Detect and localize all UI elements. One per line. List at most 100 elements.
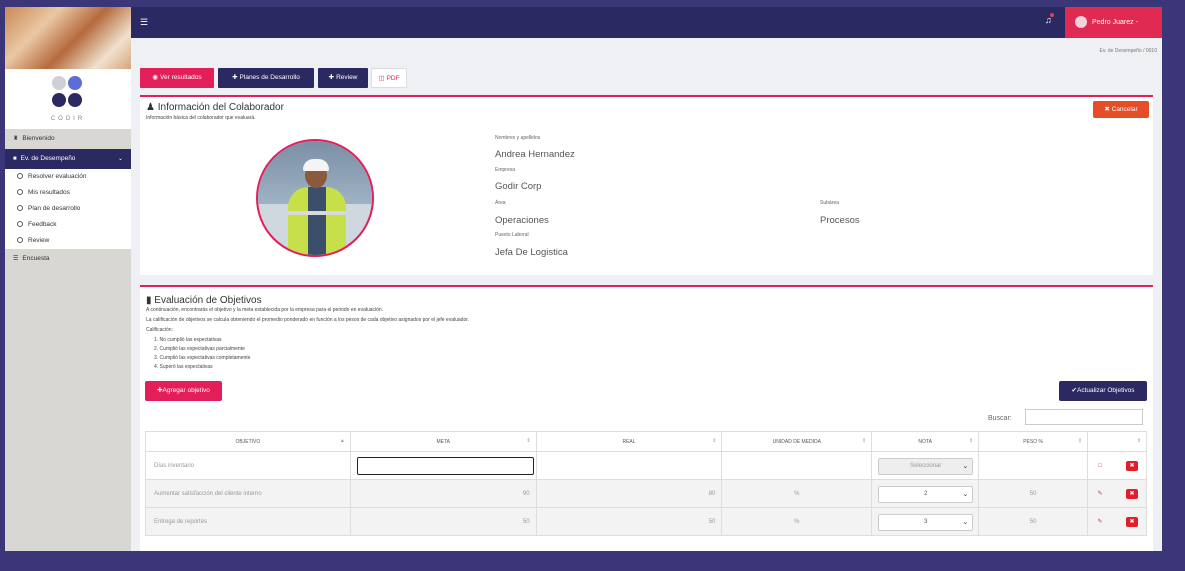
table-row: Días inventario Seleccionar ⌄ □ ✖	[145, 451, 1147, 480]
table-row: Aumentar satisfacción del cliente intern…	[145, 479, 1147, 508]
table-header-row: OBJETIVO ▲ META ⇕ REAL ⇕ UNIDAD DE MEDIDA ⇕ …	[145, 431, 1147, 452]
cell-meta: 50	[349, 507, 537, 536]
rating-scale-item: 1. No cumplió las expectativas	[154, 337, 222, 343]
sidebar-item-encuesta[interactable]: ☰ Encuesta	[5, 251, 131, 267]
sidebar-subitem-resultados[interactable]: Mis resultados	[5, 185, 131, 201]
evaluation-card: ▮ Evaluación de Objetivos A continuación…	[140, 285, 1153, 551]
evaluation-calc-note: La calificación de objetivos se calcula …	[146, 317, 469, 323]
search-input[interactable]	[1025, 409, 1143, 425]
sidebar-subitem-label: Resolver evaluación	[28, 173, 87, 180]
plus-circle-icon: ✚	[328, 74, 335, 81]
list-icon: ☰	[13, 256, 19, 262]
sort-icon: ⇕	[1077, 438, 1083, 444]
bell-icon[interactable]: ♫	[1045, 13, 1054, 25]
close-icon: ✖	[1104, 106, 1112, 113]
nota-select[interactable]: Seleccionar ⌄	[878, 458, 974, 475]
user-icon: ♟	[146, 102, 158, 113]
cell-real	[535, 451, 723, 480]
column-header-nota[interactable]: NOTA ⇕	[871, 431, 980, 452]
circle-icon	[17, 173, 23, 179]
topbar: ☰ ♫ Pedro Juarez -	[131, 7, 1162, 38]
name-label: Nombres y apellidos	[495, 135, 541, 141]
edit-icon[interactable]: ✎	[1094, 489, 1106, 499]
sort-icon: ▲	[339, 438, 345, 444]
home-icon: ♜	[13, 136, 19, 142]
card-subtitle: Información básica del colaborador que e…	[146, 115, 256, 121]
sort-icon: ⇕	[968, 438, 974, 444]
collaborator-photo	[256, 139, 374, 257]
circle-icon	[17, 189, 23, 195]
table-row: Entrega de reportes 50 50 % 3 ⌄ 50 ✎ ✖	[145, 507, 1147, 536]
logo: CODIR	[5, 69, 131, 129]
sidebar-item-label: Bienvenido	[22, 135, 55, 142]
cell-nota: 3 ⌄	[871, 507, 980, 536]
button-label: PDF	[386, 75, 400, 82]
sidebar: CODIR ♜ Bienvenido ■ Ev. de Desempeño ⌄ Re…	[5, 7, 131, 551]
name-value: Andrea Hernandez	[495, 149, 575, 160]
user-menu[interactable]: Pedro Juarez -	[1065, 7, 1162, 38]
review-button[interactable]: ✚ Review	[318, 68, 368, 88]
sidebar-subitem-feedback[interactable]: Feedback	[5, 217, 131, 233]
sidebar-subitem-review[interactable]: Review	[5, 233, 131, 249]
logo-text: CODIR	[50, 116, 86, 122]
column-header-actions[interactable]: ⇕	[1087, 431, 1147, 452]
objectives-table: OBJETIVO ▲ META ⇕ REAL ⇕ UNIDAD DE MEDIDA ⇕ …	[145, 431, 1147, 536]
area-value: Operaciones	[495, 215, 549, 226]
sidebar-subitem-plan[interactable]: Plan de desarrollo	[5, 201, 131, 217]
button-label: Actualizar Objetivos	[1077, 387, 1135, 394]
cancel-button[interactable]: ✖ Cancelar	[1093, 101, 1149, 118]
sidebar-subitem-label: Plan de desarrollo	[28, 205, 81, 212]
view-results-button[interactable]: ◉ Ver resultados	[140, 68, 214, 88]
column-header-meta[interactable]: META ⇕	[349, 431, 537, 452]
edit-icon[interactable]: ✎	[1094, 517, 1106, 527]
delete-icon[interactable]: ✖	[1126, 517, 1139, 527]
sidebar-item-label: Ev. de Desempeño	[20, 155, 76, 162]
company-label: Empresa	[495, 167, 516, 173]
card-title-text: Información del Colaborador	[157, 102, 284, 113]
meta-input[interactable]	[356, 457, 534, 475]
sidebar-item-bienvenido[interactable]: ♜ Bienvenido	[5, 131, 131, 147]
sidebar-item-ev-desempeno[interactable]: ■ Ev. de Desempeño ⌄	[5, 149, 131, 169]
search-label: Buscar:	[988, 415, 1012, 422]
breadcrumb: Ev. de Desempeño / 0010	[1099, 48, 1157, 54]
column-header-peso[interactable]: PESO % ⇕	[978, 431, 1089, 452]
delete-icon[interactable]: ✖	[1126, 489, 1139, 499]
hamburger-menu-icon[interactable]: ☰	[140, 17, 148, 28]
sidebar-subitem-label: Review	[28, 237, 50, 244]
avatar	[1075, 16, 1087, 28]
rating-scale-item: 4. Superó las expectativas	[154, 364, 213, 370]
notification-dot	[1050, 13, 1054, 17]
circle-icon	[17, 221, 23, 227]
delete-icon[interactable]: ✖	[1126, 461, 1139, 471]
update-objectives-button[interactable]: ✔Actualizar Objetivos	[1059, 381, 1147, 401]
cell-peso: 50	[978, 507, 1089, 536]
cell-real: 50	[535, 507, 723, 536]
cell-real: 80	[535, 479, 723, 508]
user-name: Pedro Juarez -	[1092, 19, 1138, 26]
sort-icon: ⇕	[862, 438, 867, 444]
column-header-objetivo[interactable]: OBJETIVO ▲	[145, 431, 351, 452]
chevron-down-icon: ⌄	[962, 463, 969, 470]
cell-actions: ✎ ✖	[1087, 507, 1147, 536]
evaluation-title: ▮ Evaluación de Objetivos	[146, 295, 262, 306]
collaborator-card: ♟ Información del Colaborador Informació…	[140, 95, 1153, 275]
pdf-button[interactable]: ◫ PDF	[371, 68, 407, 88]
button-label: Cancelar	[1111, 106, 1138, 113]
eye-icon: ◉	[152, 74, 159, 81]
development-plans-button[interactable]: ✚ Planes de Desarrollo	[218, 68, 314, 88]
cell-objetivo: Entrega de reportes	[145, 507, 351, 536]
add-objective-button[interactable]: ✚Agregar objetivo	[145, 381, 222, 401]
column-header-real[interactable]: REAL ⇕	[535, 431, 723, 452]
cell-meta: 90	[349, 479, 537, 508]
sidebar-subitem-resolver[interactable]: Resolver evaluación	[5, 169, 131, 185]
save-icon[interactable]: □	[1094, 461, 1106, 471]
rating-scale-item: 3. Cumplió las expectativas completament…	[154, 355, 251, 361]
column-header-unidad[interactable]: UNIDAD DE MEDIDA ⇕	[721, 431, 873, 452]
logo-dot	[68, 93, 82, 107]
sidebar-subitem-label: Feedback	[28, 221, 57, 228]
button-label: Agregar objetivo	[162, 387, 210, 394]
nota-select[interactable]: 3 ⌄	[878, 514, 974, 531]
cell-meta	[349, 451, 537, 480]
nota-select[interactable]: 2 ⌄	[878, 486, 974, 503]
chart-icon: ■	[13, 156, 17, 162]
